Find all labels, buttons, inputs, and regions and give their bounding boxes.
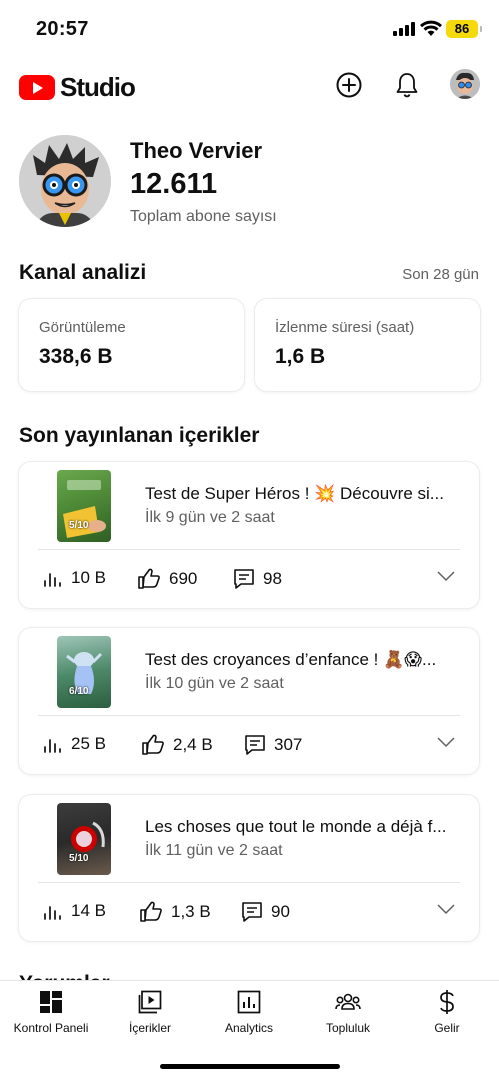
likes-stat: 690 [137, 568, 197, 590]
studio-logo[interactable]: Studio [19, 72, 136, 103]
logo-text: Studio [60, 72, 136, 102]
wifi-icon [420, 20, 442, 36]
account-avatar[interactable] [450, 69, 480, 99]
bar-chart-icon [44, 573, 61, 587]
video-card[interactable]: 5/10 Test de Super Héros ! 💥 Découvre si… [19, 462, 479, 608]
dashboard-content[interactable]: Theo Vervier 12.611 Toplam abone sayısı … [0, 116, 499, 980]
thumbnail-art-icon [66, 652, 103, 694]
dollar-icon [440, 990, 454, 1014]
metric-label: İzlenme süresi (saat) [275, 319, 415, 336]
video-card[interactable]: 5/10 Les choses que tout le monde a déjà… [19, 795, 479, 941]
comments-count: 307 [274, 735, 303, 754]
analytics-period: Son 28 gün [402, 266, 479, 283]
comment-icon [234, 569, 254, 589]
subscriber-count: 12.611 [130, 168, 218, 200]
views-count: 10 B [71, 568, 106, 587]
nav-label: Kontrol Paneli [13, 1021, 89, 1035]
video-age: İlk 9 gün ve 2 saat [145, 509, 275, 526]
divider [38, 715, 460, 716]
create-button[interactable] [334, 70, 364, 100]
views-stat: 25 B [43, 734, 106, 754]
metric-card-watch-time[interactable]: İzlenme süresi (saat) 1,6 B [255, 299, 480, 391]
bar-chart-icon [44, 906, 61, 920]
thumbs-up-icon [140, 901, 162, 922]
thumbnail-badge: 5/10 [69, 520, 89, 531]
nav-community[interactable]: Topluluk [299, 989, 397, 1035]
nav-earn[interactable]: Gelir [398, 989, 496, 1035]
home-indicator [160, 1064, 340, 1069]
likes-stat: 2,4 B [141, 734, 213, 756]
comment-icon [242, 902, 262, 922]
bell-icon [396, 73, 418, 98]
views-count: 14 B [71, 901, 106, 920]
comment-icon [245, 735, 265, 755]
nav-dashboard[interactable]: Kontrol Paneli [2, 989, 100, 1035]
dashboard-icon [40, 991, 62, 1013]
thumbs-up-icon [138, 568, 160, 589]
video-card[interactable]: 6/10 Test des croyances d’enfance ! 🧸😱..… [19, 628, 479, 774]
nav-label: İçerikler [128, 1021, 171, 1035]
chevron-down-icon[interactable] [437, 736, 455, 748]
video-thumbnail[interactable]: 5/10 [57, 470, 111, 542]
divider [38, 882, 460, 883]
channel-avatar[interactable] [19, 135, 111, 227]
nav-content[interactable]: İçerikler [101, 989, 199, 1035]
likes-stat: 1,3 B [139, 901, 211, 923]
channel-avatar-icon [19, 135, 111, 227]
next-section-title: Yorumlar [19, 972, 110, 980]
cellular-signal-icon [393, 22, 415, 36]
thumbnail-badge: 5/10 [69, 853, 89, 864]
divider [38, 549, 460, 550]
comments-stat: 307 [244, 734, 302, 756]
thumbnail-art-icon [63, 480, 106, 538]
nav-label: Topluluk [325, 1021, 371, 1035]
video-thumbnail[interactable]: 5/10 [57, 803, 111, 875]
analytics-section-title: Kanal analizi [19, 261, 147, 284]
video-title: Test des croyances d’enfance ! 🧸😱... [145, 650, 437, 669]
video-thumbnail[interactable]: 6/10 [57, 636, 111, 708]
thumbnail-art-icon [71, 821, 105, 852]
content-icon [138, 990, 162, 1014]
comments-count: 98 [263, 569, 282, 588]
bar-chart-icon [44, 739, 61, 753]
youtube-play-icon [19, 75, 55, 100]
video-age: İlk 10 gün ve 2 saat [145, 675, 284, 692]
metric-label: Görüntüleme [39, 319, 126, 336]
likes-count: 2,4 B [173, 735, 213, 754]
status-bar: 20:57 86 [0, 0, 499, 58]
comments-count: 90 [271, 902, 290, 921]
comments-stat: 98 [233, 568, 282, 590]
video-title: Test de Super Héros ! 💥 Découvre si... [145, 484, 444, 503]
recent-content-title: Son yayınlanan içerikler [19, 424, 260, 447]
metric-value: 338,6 B [39, 345, 113, 368]
thumbs-up-icon [142, 734, 164, 755]
thumbnail-badge: 6/10 [69, 686, 89, 697]
likes-count: 690 [169, 569, 198, 588]
app-header: Studio [0, 58, 499, 116]
nav-analytics[interactable]: Analytics [200, 989, 298, 1035]
channel-name: Theo Vervier [130, 138, 263, 163]
analytics-icon [237, 990, 261, 1014]
community-icon [335, 993, 361, 1010]
comments-stat: 90 [241, 901, 290, 923]
avatar-icon [450, 69, 480, 99]
nav-label: Gelir [434, 1021, 460, 1035]
metric-value: 1,6 B [275, 345, 326, 368]
video-title: Les choses que tout le monde a déjà f... [145, 817, 447, 836]
metric-card-views[interactable]: Görüntüleme 338,6 B [19, 299, 244, 391]
subscriber-label: Toplam abone sayısı [130, 208, 277, 225]
chevron-down-icon[interactable] [437, 903, 455, 915]
video-age: İlk 11 gün ve 2 saat [145, 842, 283, 859]
status-time: 20:57 [36, 18, 89, 40]
notifications-button[interactable] [392, 70, 422, 100]
views-stat: 14 B [43, 901, 106, 921]
nav-label: Analytics [224, 1021, 274, 1035]
add-circle-icon [336, 72, 362, 98]
views-count: 25 B [71, 734, 106, 753]
battery-indicator: 86 [446, 20, 482, 38]
chevron-down-icon[interactable] [437, 570, 455, 582]
likes-count: 1,3 B [171, 902, 211, 921]
views-stat: 10 B [43, 568, 106, 588]
